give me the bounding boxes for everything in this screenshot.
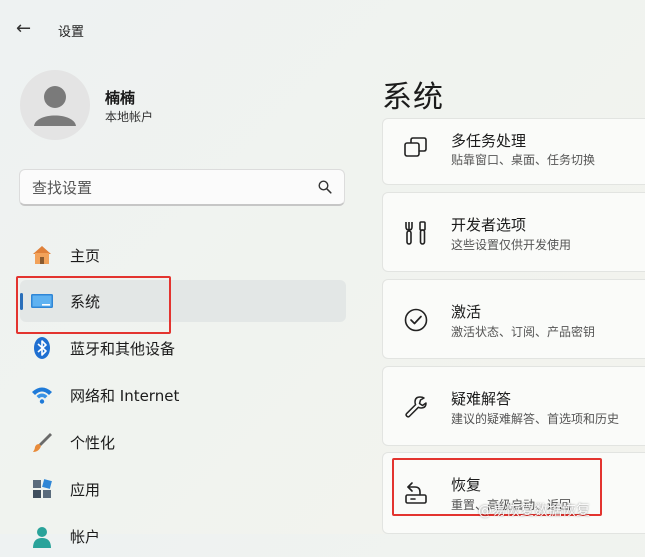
troubleshoot-wrench-icon bbox=[405, 396, 427, 418]
nav-item-apps[interactable]: 应用 bbox=[20, 468, 346, 510]
multitasking-icon bbox=[404, 137, 427, 157]
nav-label-accounts: 帐户 bbox=[70, 528, 101, 546]
back-arrow-icon[interactable]: ← bbox=[16, 18, 38, 40]
home-icon bbox=[33, 246, 51, 264]
card-title: 激活 bbox=[451, 303, 482, 321]
window-title: 设置 bbox=[58, 25, 85, 40]
card-title: 开发者选项 bbox=[451, 216, 527, 234]
account-type: 本地帐户 bbox=[105, 110, 154, 124]
nav-label-home: 主页 bbox=[70, 247, 101, 265]
title-bar: ← 设置 bbox=[0, 0, 645, 56]
card-title: 多任务处理 bbox=[451, 132, 527, 150]
card-subtitle: 贴靠窗口、桌面、任务切换 bbox=[451, 153, 596, 167]
card-title: 疑难解答 bbox=[451, 390, 512, 408]
nav-item-personalization[interactable]: 个性化 bbox=[20, 421, 346, 463]
card-troubleshoot[interactable]: 疑难解答 建议的疑难解答、首选项和历史 bbox=[382, 366, 645, 446]
wifi-icon bbox=[32, 387, 52, 404]
nav-item-home[interactable]: 主页 bbox=[20, 234, 346, 276]
card-subtitle: 激活状态、订阅、产品密钥 bbox=[451, 325, 596, 339]
active-indicator bbox=[20, 293, 23, 310]
brush-icon bbox=[33, 433, 52, 452]
nav-item-network[interactable]: 网络和 Internet bbox=[20, 374, 346, 416]
card-developer[interactable]: 开发者选项 这些设置仅供开发使用 bbox=[382, 192, 645, 272]
nav-item-accounts[interactable]: 帐户 bbox=[20, 515, 346, 557]
watermark: @易恢复数据恢复 bbox=[478, 503, 590, 519]
nav-label-personalization: 个性化 bbox=[70, 434, 116, 452]
card-subtitle: 建议的疑难解答、首选项和历史 bbox=[451, 412, 620, 426]
card-multitasking[interactable]: 多任务处理 贴靠窗口、桌面、任务切换 bbox=[382, 118, 645, 185]
nav-label-system: 系统 bbox=[70, 293, 101, 311]
activation-check-icon bbox=[404, 308, 428, 332]
system-icon bbox=[31, 294, 53, 308]
nav-label-apps: 应用 bbox=[70, 481, 101, 499]
card-title: 恢复 bbox=[451, 476, 482, 494]
nav-item-system[interactable]: 系统 bbox=[20, 280, 346, 322]
developer-tools-icon bbox=[405, 221, 426, 245]
search-input[interactable] bbox=[30, 177, 304, 199]
bluetooth-icon bbox=[34, 337, 50, 359]
nav-item-bluetooth[interactable]: 蓝牙和其他设备 bbox=[20, 327, 346, 369]
search-box[interactable] bbox=[19, 169, 345, 206]
user-name: 楠楠 bbox=[105, 89, 136, 107]
page-title: 系统 bbox=[382, 80, 444, 115]
user-avatar-icon bbox=[34, 86, 76, 126]
account-icon bbox=[33, 527, 51, 548]
card-activation[interactable]: 激活 激活状态、订阅、产品密钥 bbox=[382, 279, 645, 359]
apps-icon bbox=[33, 479, 52, 498]
nav-label-bluetooth: 蓝牙和其他设备 bbox=[70, 340, 176, 358]
recovery-icon bbox=[405, 482, 427, 504]
search-icon[interactable] bbox=[318, 180, 332, 194]
user-avatar[interactable] bbox=[20, 70, 90, 140]
card-subtitle: 这些设置仅供开发使用 bbox=[451, 238, 572, 252]
nav-label-network: 网络和 Internet bbox=[70, 387, 180, 405]
card-recovery[interactable]: 恢复 重置、高级启动、返回 bbox=[382, 452, 645, 534]
